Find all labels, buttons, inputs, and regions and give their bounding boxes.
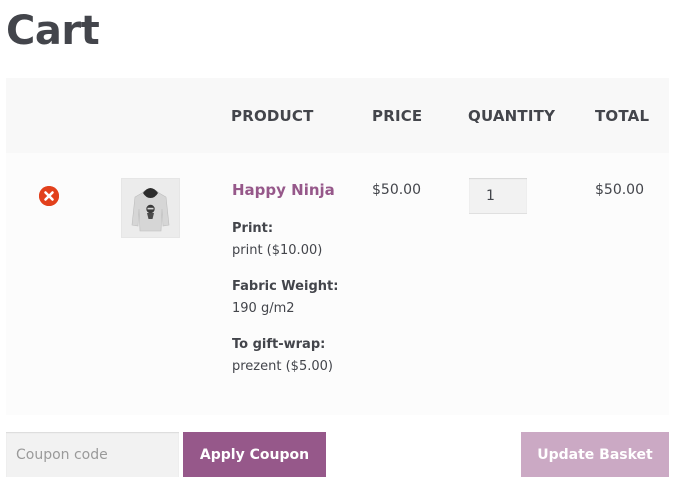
item-total: $50.00 bbox=[595, 182, 644, 198]
meta-label-print: Print: bbox=[232, 221, 274, 236]
remove-item-button[interactable] bbox=[39, 186, 59, 206]
product-name-link[interactable]: Happy Ninja bbox=[232, 181, 335, 199]
meta-label-gift-wrap: To gift-wrap: bbox=[232, 337, 326, 352]
page-title: Cart bbox=[6, 8, 100, 54]
table-header: PRODUCT PRICE QUANTITY TOTAL bbox=[6, 78, 669, 153]
header-price: PRICE bbox=[372, 107, 423, 125]
table-row: Happy Ninja Print: print ($10.00) Fabric… bbox=[6, 153, 669, 415]
header-product: PRODUCT bbox=[231, 107, 314, 125]
product-thumbnail[interactable] bbox=[121, 178, 180, 238]
quantity-input[interactable] bbox=[469, 178, 527, 214]
meta-value-print: print ($10.00) bbox=[232, 243, 323, 258]
header-quantity: QUANTITY bbox=[468, 107, 556, 125]
meta-label-fabric-weight: Fabric Weight: bbox=[232, 279, 339, 294]
meta-value-gift-wrap: prezent ($5.00) bbox=[232, 359, 333, 374]
cart-table: PRODUCT PRICE QUANTITY TOTAL Happy Ninja… bbox=[6, 78, 669, 415]
remove-x-icon bbox=[39, 186, 59, 206]
apply-coupon-button[interactable]: Apply Coupon bbox=[183, 432, 326, 477]
coupon-code-input[interactable] bbox=[6, 432, 179, 477]
meta-value-fabric-weight: 190 g/m2 bbox=[232, 301, 295, 316]
update-basket-button[interactable]: Update Basket bbox=[521, 432, 669, 477]
item-price: $50.00 bbox=[372, 182, 421, 198]
header-total: TOTAL bbox=[595, 107, 650, 125]
hoodie-image bbox=[122, 179, 179, 237]
